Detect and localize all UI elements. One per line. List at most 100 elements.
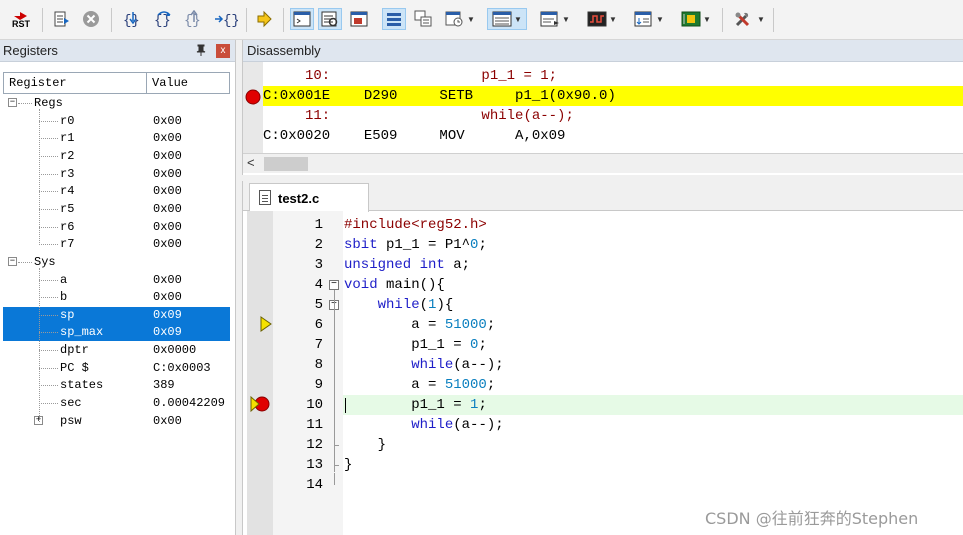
register-row[interactable]: r6 0x00 [3,219,230,236]
run-button[interactable] [50,8,72,30]
register-row[interactable]: r2 0x00 [3,148,230,165]
toolbar-separator [246,8,247,32]
collapse-toggle[interactable]: − [8,257,17,266]
register-name: sp_max [60,325,104,339]
code-line[interactable]: 6 a = 51000; [243,315,963,335]
tree-connector [39,385,58,386]
step-over-icon: {} [154,11,171,28]
register-row[interactable]: r3 0x00 [3,166,230,183]
register-row[interactable]: a 0x00 [3,272,230,289]
step-over-button[interactable]: {} [153,8,175,30]
analysis-window-button[interactable]: ▼ [583,8,621,30]
code-line[interactable]: 4 void main(){− [243,275,963,295]
register-row[interactable]: r4 0x00 [3,183,230,200]
code-line[interactable]: 3 unsigned int a; [243,255,963,275]
register-row[interactable]: PC $ C:0x0003 [3,360,230,377]
register-name: r4 [60,184,75,198]
disassembly-source-line[interactable]: 11: while(a--); [263,106,963,126]
fold-toggle[interactable]: − [329,280,339,290]
register-name-cell: Regs − [3,95,147,112]
scroll-left-button[interactable]: < [247,155,255,170]
code-line[interactable]: 8 while(a--); [243,355,963,375]
code-line[interactable]: 10 p1_1 = 1; [243,395,963,415]
show-next-statement-button[interactable] [253,8,275,30]
tree-connector [39,174,58,175]
collapse-toggle[interactable]: − [8,98,17,107]
registers-title-bar: Registers x [0,40,235,62]
fold-guide [334,473,335,485]
code-line[interactable]: 1 #include<reg52.h> [243,215,963,235]
register-group-row[interactable]: Sys − [3,254,230,271]
chevron-down-icon: ▼ [609,14,617,24]
tree-connector [18,262,32,263]
code-line[interactable]: 11 while(a--); [243,415,963,435]
disassembly-source-line[interactable]: 10: p1_1 = 1; [263,66,963,86]
register-value: 389 [153,378,175,392]
register-name: r7 [60,237,75,251]
disassembly-instruction-line[interactable]: C:0x0020 E509 MOV A,0x09 [263,126,963,146]
system-viewer-button[interactable]: ▼ [677,8,715,30]
reset-cpu-button[interactable]: RST [8,8,34,30]
run-to-cursor-button[interactable]: {} [213,8,239,30]
code-line[interactable]: 12 } [243,435,963,455]
register-row[interactable]: r0 0x00 [3,113,230,130]
keyword-token: while [411,417,454,433]
code-line[interactable]: 14 [243,475,963,495]
tree-line [39,268,40,422]
register-row[interactable]: sec 0.00042209 [3,395,230,412]
command-window-button[interactable] [290,8,314,30]
tab-test2-c[interactable]: test2.c [249,183,369,212]
register-row[interactable]: b 0x00 [3,289,230,306]
code-text: unsigned int a; [344,257,471,273]
register-row[interactable]: r5 0x00 [3,201,230,218]
register-row[interactable]: r1 0x00 [3,130,230,147]
register-name: sec [60,396,82,410]
source-editor: test2.c 1 #include<reg52.h> 2 sbit p1_1 = P… [242,181,963,535]
register-group-row[interactable]: Regs − [3,95,230,112]
horizontal-scrollbar[interactable]: < [243,153,963,173]
column-header-register[interactable]: Register [4,73,147,93]
register-name: psw [60,414,82,428]
register-row[interactable]: sp 0x09 [3,307,230,324]
disassembly-instruction-line[interactable]: C:0x001E D290 SETB p1_1(0x90.0) [263,86,963,106]
serial-window-button[interactable]: ▼ [536,8,574,30]
memory-window-button[interactable]: ▼ [487,8,527,30]
keyword-token: sbit [344,237,378,253]
register-row[interactable]: psw + 0x00 [3,413,230,430]
keyword-token: int [419,257,445,273]
pin-icon[interactable] [196,41,206,63]
watch-window-button[interactable]: ▼ [442,8,478,30]
register-row[interactable]: sp_max 0x09 [3,324,230,341]
code-line[interactable]: 13} [243,455,963,475]
register-value: 0.00042209 [153,396,226,410]
tree-connector [18,103,32,104]
tree-connector [39,244,58,245]
trace-window-button[interactable]: ▼ [630,8,668,30]
disassembly-window-button[interactable] [318,8,342,30]
column-header-value[interactable]: Value [147,73,188,93]
breakpoint-current-icon[interactable] [249,395,271,413]
close-panel-button[interactable]: x [216,44,230,58]
editor-tab-strip: test2.c [243,181,963,212]
code-line[interactable]: 5 while(1){− [243,295,963,315]
register-row[interactable]: states 389 [3,377,230,394]
code-line[interactable]: 9 a = 51000; [243,375,963,395]
chevron-down-icon: ▼ [703,14,711,24]
code-line[interactable]: 7 p1_1 = 0; [243,335,963,355]
disassembly-gutter[interactable] [243,62,263,155]
breakpoint-icon[interactable] [245,89,261,105]
step-out-button[interactable]: {} [183,8,205,30]
register-row[interactable]: dptr 0x0000 [3,342,230,359]
step-into-button[interactable]: {} [122,8,144,30]
register-row[interactable]: r7 0x00 [3,236,230,253]
symbols-window-button[interactable] [348,8,370,30]
call-stack-window-button[interactable] [412,8,434,30]
tree-connector [39,403,58,404]
stop-button[interactable] [80,8,102,30]
toolbox-button[interactable]: ▼ [729,8,769,30]
register-name-cell: psw + [3,413,147,430]
scrollbar-thumb[interactable] [264,157,308,171]
registers-window-button[interactable] [382,8,406,30]
tree-connector [39,280,58,281]
code-line[interactable]: 2 sbit p1_1 = P1^0; [243,235,963,255]
